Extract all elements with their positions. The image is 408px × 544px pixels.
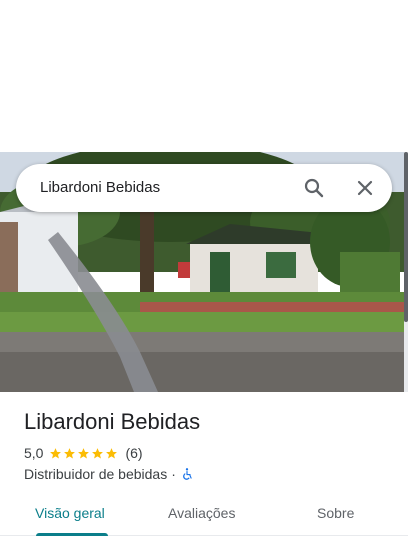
search-icon[interactable] bbox=[302, 176, 326, 200]
tab-about[interactable]: Sobre bbox=[317, 505, 354, 521]
search-box[interactable]: Libardoni Bebidas bbox=[16, 164, 392, 212]
separator-dot: · bbox=[171, 466, 176, 482]
tab-selected-indicator bbox=[36, 533, 108, 536]
rating-value: 5,0 bbox=[24, 445, 44, 461]
review-count[interactable]: (6) bbox=[125, 445, 142, 461]
category-row: Distribuidor de bebidas · bbox=[24, 465, 194, 483]
place-category[interactable]: Distribuidor de bebidas bbox=[24, 466, 167, 482]
close-icon[interactable] bbox=[353, 176, 377, 200]
star-icon bbox=[64, 447, 76, 458]
tab-reviews[interactable]: Avaliações bbox=[168, 505, 235, 521]
rating-row[interactable]: 5,0 (6) bbox=[24, 444, 143, 462]
search-input[interactable]: Libardoni Bebidas bbox=[40, 179, 160, 196]
wheelchair-icon bbox=[182, 468, 192, 480]
blank-header-area bbox=[0, 0, 408, 152]
place-title: Libardoni Bebidas bbox=[24, 409, 201, 434]
scrollbar-thumb[interactable] bbox=[404, 152, 408, 322]
star-rating bbox=[49, 447, 119, 460]
star-icon bbox=[78, 447, 90, 458]
place-tabs: Visão geral Avaliações Sobre bbox=[0, 492, 408, 536]
star-icon bbox=[50, 447, 62, 458]
star-icon bbox=[106, 447, 118, 458]
tab-overview[interactable]: Visão geral bbox=[35, 505, 105, 521]
star-icon bbox=[92, 447, 104, 458]
